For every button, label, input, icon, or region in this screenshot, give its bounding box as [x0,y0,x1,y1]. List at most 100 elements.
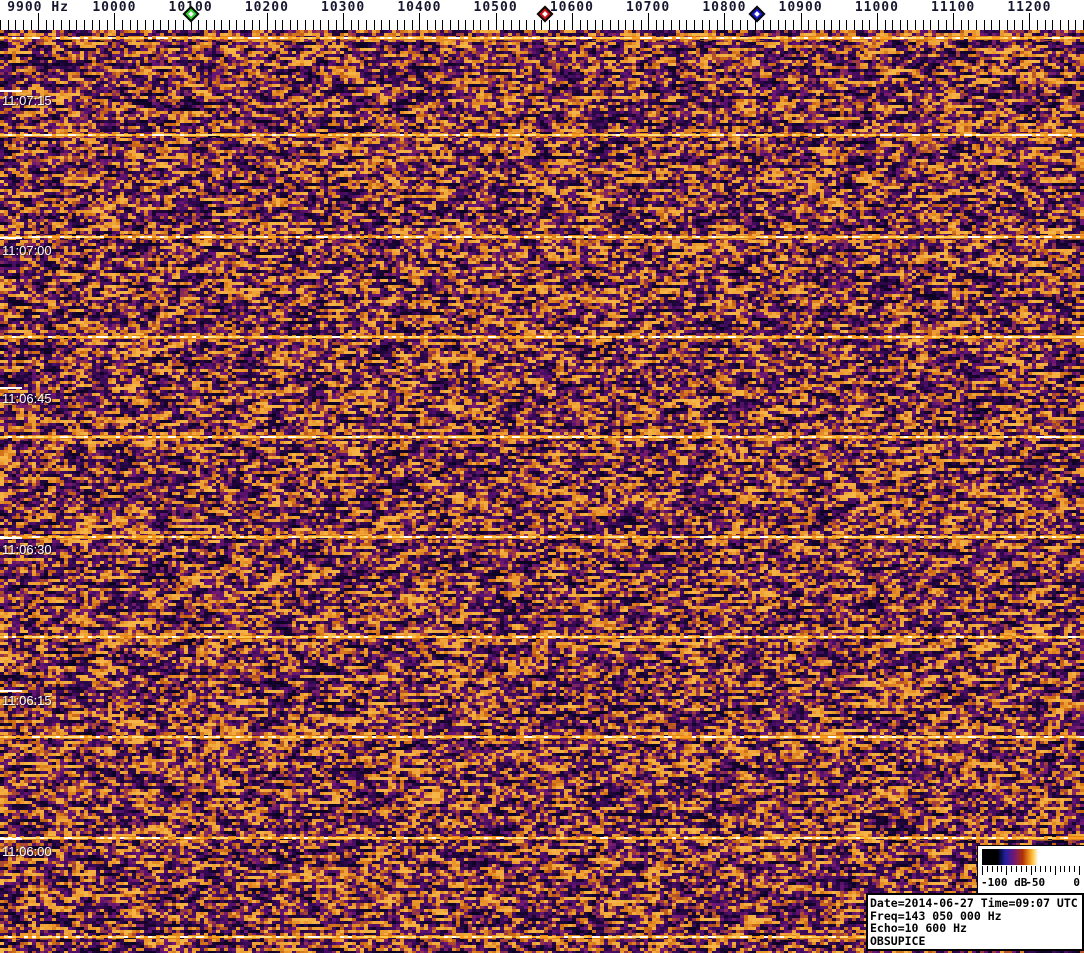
ruler-tick [15,20,16,30]
db-scale-tick [1001,866,1002,872]
ruler-tick [206,20,207,30]
frequency-ruler[interactable]: 9900 Hz100001010010200103001040010500106… [0,0,1084,30]
db-scale-tick [987,866,988,872]
frequency-tick-label: 9900 Hz [7,0,69,15]
ruler-tick [580,20,581,30]
ruler-tick [145,20,146,30]
ruler-tick [686,20,687,30]
ruler-tick [877,13,878,30]
ruler-tick [153,20,154,30]
ruler-tick [824,20,825,30]
ruler-tick [892,20,893,30]
spectrogram-app-window: 11:07:15 11:07:00 11:06:45 11:06:30 11:06:15… [0,0,1084,953]
marker-green-center-dot [188,11,194,17]
ruler-tick [968,20,969,30]
ruler-tick [450,20,451,30]
marker-blue-center-dot [754,11,760,17]
ruler-tick [641,20,642,30]
ruler-tick [366,20,367,30]
ruler-tick [549,20,550,30]
ruler-tick [259,20,260,30]
db-scale-tick [1006,866,1007,875]
ruler-tick [458,20,459,30]
ruler-tick [854,20,855,30]
ruler-tick [557,20,558,30]
frequency-tick-label: 10600 [550,0,594,15]
ruler-tick [313,20,314,30]
db-scale-tick [997,866,998,872]
ruler-tick [130,20,131,30]
ruler-tick [953,13,954,30]
ruler-tick [694,20,695,30]
ruler-tick [999,20,1000,30]
ruler-tick [923,20,924,30]
ruler-tick [336,20,337,30]
ruler-tick [519,20,520,30]
ruler-tick [961,20,962,30]
ruler-tick [602,20,603,30]
db-scale-tick [1074,866,1075,872]
ruler-tick [221,20,222,30]
ruler-tick [480,20,481,30]
ruler-tick [618,20,619,30]
ruler-tick [282,20,283,30]
observation-info-box: Date=2014-06-27 Time=09:07 UTC Freq=143 … [866,893,1084,951]
ruler-tick [1007,20,1008,30]
ruler-tick [23,20,24,30]
db-scale-tick [992,866,993,872]
ruler-tick [816,20,817,30]
ruler-tick [511,20,512,30]
db-scale-tick [1064,866,1065,872]
ruler-tick [846,20,847,30]
db-scale-tick [1011,866,1012,872]
ruler-tick [328,20,329,30]
ruler-tick [839,20,840,30]
ruler-tick [69,20,70,30]
ruler-tick [656,20,657,30]
ruler-tick [724,13,725,30]
frequency-tick-label: 10000 [92,0,136,15]
db-scale-mid-label: -50 [1025,876,1045,889]
db-scale-tick [1026,866,1027,872]
ruler-tick [99,20,100,30]
ruler-tick [275,20,276,30]
ruler-tick [31,20,32,30]
frequency-tick-label: 10200 [245,0,289,15]
ruler-tick [1037,20,1038,30]
ruler-tick [1075,20,1076,30]
frequency-tick-label: 10700 [626,0,670,15]
db-scale-tick [1040,866,1041,872]
ruler-tick [610,20,611,30]
ruler-tick [1068,20,1069,30]
db-scale-tick [1031,866,1032,875]
ruler-tick [8,20,9,30]
ruler-tick [930,20,931,30]
ruler-tick [412,20,413,30]
ruler-tick [198,20,199,30]
ruler-tick [885,20,886,30]
ruler-tick [625,20,626,30]
ruler-tick [381,20,382,30]
frequency-tick-label: 10900 [779,0,823,15]
db-color-scale: -100 dB -50 0 [977,845,1084,894]
ruler-tick [305,20,306,30]
frequency-tick-label: 11100 [931,0,975,15]
ruler-tick [76,20,77,30]
ruler-tick [1022,20,1023,30]
ruler-tick [419,13,420,30]
ruler-tick [831,20,832,30]
info-echo: Echo=10 600 Hz [870,922,1080,935]
frequency-tick-label: 10300 [321,0,365,15]
ruler-tick [938,20,939,30]
ruler-tick [679,20,680,30]
ruler-tick [252,20,253,30]
ruler-tick [175,20,176,30]
ruler-tick [633,20,634,30]
info-date-time: Date=2014-06-27 Time=09:07 UTC [870,897,1080,910]
ruler-tick [46,20,47,30]
ruler-tick [1029,13,1030,30]
ruler-tick [595,20,596,30]
ruler-tick [297,20,298,30]
db-scale-tick [1050,866,1051,872]
frequency-tick-label: 10400 [397,0,441,15]
